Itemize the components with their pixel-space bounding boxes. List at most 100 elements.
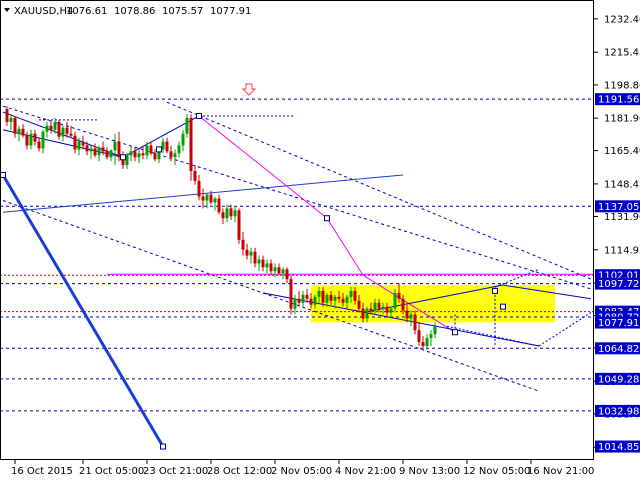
candle-body: [345, 296, 349, 303]
candle-body: [301, 294, 305, 303]
candle-body: [97, 147, 101, 156]
pivot-marker: [324, 215, 330, 222]
candle-body: [273, 267, 277, 272]
candle-body: [129, 151, 133, 156]
candle-body: [393, 292, 397, 309]
candle-body: [317, 290, 321, 297]
level-tag-label: 1097.72: [598, 279, 639, 290]
candle-body: [205, 194, 209, 201]
x-tick-label: 21 Oct 05:00: [79, 466, 144, 477]
candle-body: [249, 251, 253, 256]
candle-body: [145, 145, 149, 156]
candle-body: [37, 141, 41, 149]
candle-body: [165, 141, 169, 152]
candle-body: [77, 141, 81, 150]
candle-body: [185, 117, 189, 134]
candle-body: [13, 117, 17, 134]
candle-body: [341, 298, 345, 303]
candle-body: [61, 127, 65, 137]
candle-body: [109, 150, 113, 158]
y-tick-label: 1232.40: [604, 14, 640, 25]
candle-body: [289, 279, 293, 309]
candle-body: [9, 117, 13, 122]
candle-body: [49, 125, 53, 130]
candle-body: [293, 298, 297, 309]
close-value: 1077.91: [210, 6, 251, 17]
candle-body: [401, 298, 405, 311]
candle-body: [85, 145, 89, 152]
candle-body: [429, 334, 433, 339]
candle-body: [113, 141, 117, 151]
level-tag-label: 1032.98: [598, 406, 639, 417]
candle-body: [321, 290, 325, 303]
candle-body: [213, 198, 217, 203]
candle-body: [305, 294, 309, 299]
candle-body: [21, 128, 25, 136]
candle-body: [137, 153, 141, 158]
candle-body: [229, 208, 233, 217]
x-tick-label: 9 Nov 13:00: [399, 466, 460, 477]
level-tag-label: 1077.91: [598, 318, 639, 329]
low-value: 1075.57: [162, 6, 203, 17]
candle-body: [93, 148, 97, 156]
candle-body: [329, 294, 333, 301]
candle-body: [297, 298, 301, 303]
x-tick-label: 16 Nov 21:00: [527, 466, 594, 477]
x-tick-label: 12 Nov 05:00: [463, 466, 530, 477]
candle-body: [5, 109, 9, 122]
pivot-marker: [160, 443, 166, 450]
candle-body: [197, 180, 201, 197]
level-tag-label: 1014.85: [598, 442, 639, 453]
candle-body: [241, 239, 245, 250]
candle-body: [261, 259, 265, 268]
candle-body: [265, 263, 269, 268]
y-tick-label: 1114.95: [604, 245, 640, 256]
level-tag-label: 1049.28: [598, 374, 639, 385]
candle-body: [133, 151, 137, 158]
candle-body: [17, 128, 21, 134]
pivot-marker: [0, 171, 6, 178]
candle-body: [269, 263, 273, 272]
chart-header: XAUUSD,H4 1076.61 1078.86 1075.57 1077.9…: [4, 6, 251, 17]
candle-body: [81, 141, 85, 146]
candle-body: [381, 306, 385, 309]
candle-body: [57, 121, 61, 137]
pivot-marker: [492, 287, 498, 294]
pivot-marker: [120, 154, 126, 161]
candle-body: [309, 298, 313, 305]
pivot-marker: [452, 329, 458, 336]
pivot-marker: [196, 112, 202, 119]
symbol-label: XAUUSD,H4: [14, 6, 73, 17]
candle-body: [181, 133, 185, 146]
candle-body: [277, 267, 281, 274]
candle-body: [153, 153, 157, 160]
candle-body: [281, 269, 285, 274]
candle-body: [45, 125, 49, 132]
candle-body: [421, 342, 425, 346]
candle-body: [193, 171, 197, 181]
high-value: 1078.86: [114, 6, 155, 17]
price-chart[interactable]: 1232.40 1215.45 1198.80 1181.90 1165.40 1148.…: [0, 0, 640, 480]
candle-body: [69, 133, 73, 136]
candle-body: [233, 210, 237, 217]
candle-body: [413, 314, 417, 331]
candle-body: [177, 145, 181, 154]
candle-body: [217, 198, 221, 213]
candle-body: [417, 330, 421, 343]
candle-body: [73, 135, 77, 150]
x-tick-label: 23 Oct 21:00: [143, 466, 208, 477]
candle-body: [349, 290, 353, 297]
candle-body: [105, 151, 109, 158]
x-tick-label: 2 Nov 05:00: [271, 466, 332, 477]
level-tag-label: 1064.82: [598, 344, 639, 355]
candle-body: [169, 151, 173, 158]
candle-body: [257, 259, 261, 264]
candle-body: [365, 308, 369, 319]
candle-body: [357, 300, 361, 309]
candle-body: [361, 308, 365, 319]
candle-body: [189, 117, 193, 172]
candle-body: [353, 290, 357, 301]
level-tag-label: 1191.56: [598, 95, 639, 106]
candle-body: [333, 296, 337, 301]
candle-body: [201, 196, 205, 201]
